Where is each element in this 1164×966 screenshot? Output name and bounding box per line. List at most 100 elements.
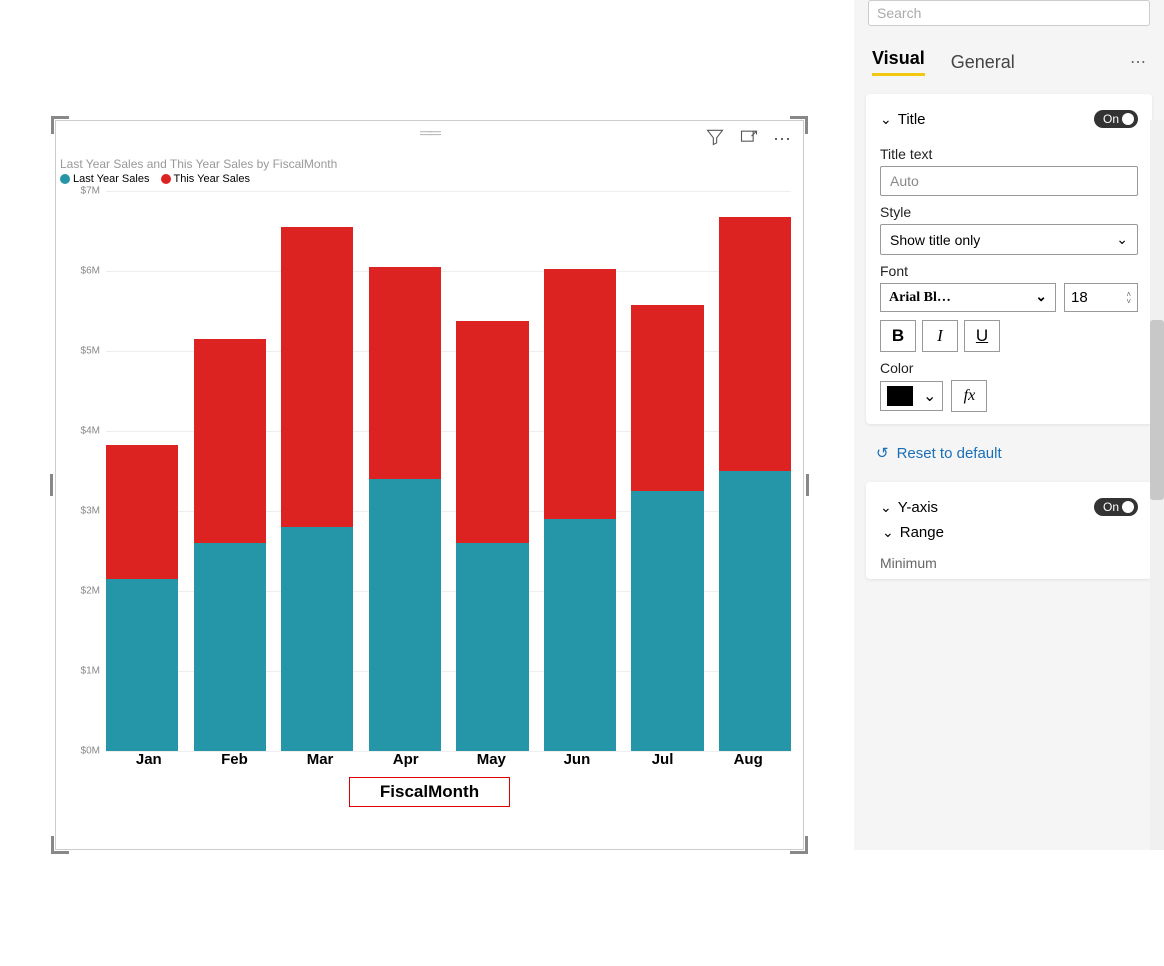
y-tick-label: $6M: [64, 266, 104, 277]
y-tick-label: $1M: [64, 666, 104, 677]
bar-column[interactable]: [194, 191, 266, 751]
x-axis-title: FiscalMonth: [349, 777, 510, 807]
bar-segment-last-year[interactable]: [456, 543, 528, 751]
resize-handle-left[interactable]: [50, 474, 53, 496]
bar-segment-this-year[interactable]: [281, 227, 353, 527]
bar-segment-this-year[interactable]: [456, 321, 528, 543]
bar-segment-last-year[interactable]: [544, 519, 616, 751]
x-tick-label: Feb: [192, 751, 278, 771]
bar-segment-this-year[interactable]: [106, 445, 178, 579]
color-label: Color: [880, 360, 1138, 376]
y-tick-label: $5M: [64, 346, 104, 357]
title-text-input[interactable]: Auto: [880, 166, 1138, 196]
bar-segment-last-year[interactable]: [369, 479, 441, 751]
bar-segment-last-year[interactable]: [281, 527, 353, 751]
bar-segment-last-year[interactable]: [719, 471, 791, 751]
style-select[interactable]: Show title only ⌄: [880, 224, 1138, 255]
bar-column[interactable]: [369, 191, 441, 751]
more-options-icon[interactable]: ⋯: [773, 129, 791, 150]
y-tick-label: $2M: [64, 586, 104, 597]
chevron-down-icon: ⌄: [1116, 231, 1128, 248]
section-header-yaxis[interactable]: Y-axis: [880, 499, 938, 516]
font-family-select[interactable]: Arial Bl… ⌄: [880, 283, 1056, 312]
color-picker[interactable]: ⌄: [880, 381, 943, 411]
resize-handle-br[interactable]: [790, 836, 808, 854]
chevron-down-icon: ⌄: [1035, 289, 1047, 306]
search-placeholder: Search: [877, 5, 921, 21]
x-tick-label: Apr: [363, 751, 449, 771]
style-label: Style: [880, 204, 1138, 220]
bar-column[interactable]: [281, 191, 353, 751]
x-tick-label: Jul: [620, 751, 706, 771]
bar-column[interactable]: [456, 191, 528, 751]
underline-button[interactable]: U: [964, 320, 1000, 352]
x-tick-label: May: [449, 751, 535, 771]
reset-icon: ↺: [876, 444, 889, 462]
bar-segment-this-year[interactable]: [631, 305, 703, 491]
legend-label: Last Year Sales: [73, 173, 149, 185]
legend-swatch: [161, 174, 171, 184]
color-chip: [887, 386, 913, 406]
filter-icon[interactable]: [705, 127, 725, 152]
toggle-knob-icon: [1122, 113, 1134, 125]
tab-general[interactable]: General: [951, 52, 1015, 73]
resize-handle-right[interactable]: [806, 474, 809, 496]
bar-segment-this-year[interactable]: [369, 267, 441, 479]
x-tick-label: Jan: [106, 751, 192, 771]
y-tick-label: $4M: [64, 426, 104, 437]
legend-label: This Year Sales: [174, 173, 250, 185]
yaxis-toggle[interactable]: On: [1094, 498, 1138, 516]
font-label: Font: [880, 263, 1138, 279]
resize-handle-tr[interactable]: [790, 116, 808, 134]
chevron-down-icon[interactable]: ˅: [1126, 298, 1131, 305]
bar-column[interactable]: [544, 191, 616, 751]
search-input[interactable]: Search: [868, 0, 1150, 26]
yaxis-section-card: Y-axis On Range Minimum: [866, 482, 1152, 579]
fx-button[interactable]: fx: [951, 380, 987, 412]
y-tick-label: $0M: [64, 746, 104, 757]
font-size-stepper[interactable]: 18 ˄˅: [1064, 283, 1138, 312]
title-section-card: Title On Title text Auto Style Show titl…: [866, 94, 1152, 424]
title-text-label: Title text: [880, 146, 1138, 162]
resize-handle-bl[interactable]: [51, 836, 69, 854]
section-header-title[interactable]: Title: [880, 111, 926, 128]
more-options-icon[interactable]: ⋯: [1130, 52, 1146, 72]
chevron-down-icon: ⌄: [923, 386, 936, 406]
x-tick-label: Aug: [705, 751, 791, 771]
legend-item: Last Year Sales: [60, 173, 149, 185]
panel-scrollbar[interactable]: [1150, 120, 1164, 850]
y-tick-label: $3M: [64, 506, 104, 517]
bar-column[interactable]: [631, 191, 703, 751]
format-panel: Search Visual General ⋯ Title On Title t…: [854, 0, 1164, 850]
panel-tabs: Visual General ⋯: [860, 30, 1158, 86]
x-tick-label: Jun: [534, 751, 620, 771]
range-subsection[interactable]: Range: [880, 518, 1138, 547]
minimum-label: Minimum: [880, 555, 1138, 571]
bar-column[interactable]: [106, 191, 178, 751]
chart-plot: $0M$1M$2M$3M$4M$5M$6M$7M JanFebMarAprMay…: [64, 191, 795, 771]
bar-segment-this-year[interactable]: [194, 339, 266, 543]
toggle-knob-icon: [1122, 501, 1134, 513]
drag-grip-icon[interactable]: ══: [420, 125, 439, 143]
chart-title: Last Year Sales and This Year Sales by F…: [56, 151, 803, 173]
bar-column[interactable]: [719, 191, 791, 751]
y-tick-label: $7M: [64, 186, 104, 197]
focus-mode-icon[interactable]: [739, 127, 759, 152]
reset-to-default-button[interactable]: ↺ Reset to default: [860, 432, 1158, 474]
legend-item: This Year Sales: [161, 173, 250, 185]
scrollbar-thumb[interactable]: [1150, 320, 1164, 500]
bar-segment-this-year[interactable]: [719, 217, 791, 471]
resize-handle-tl[interactable]: [51, 116, 69, 134]
tab-visual[interactable]: Visual: [872, 48, 925, 76]
bold-button[interactable]: B: [880, 320, 916, 352]
chart-visual[interactable]: ══ ⋯ Last Year Sales and This Year Sales…: [55, 120, 804, 850]
legend-swatch: [60, 174, 70, 184]
x-tick-label: Mar: [277, 751, 363, 771]
bar-segment-last-year[interactable]: [106, 579, 178, 751]
bar-segment-last-year[interactable]: [631, 491, 703, 751]
bar-segment-this-year[interactable]: [544, 269, 616, 519]
italic-button[interactable]: I: [922, 320, 958, 352]
chart-canvas-area: ══ ⋯ Last Year Sales and This Year Sales…: [0, 0, 854, 850]
bar-segment-last-year[interactable]: [194, 543, 266, 751]
title-toggle[interactable]: On: [1094, 110, 1138, 128]
